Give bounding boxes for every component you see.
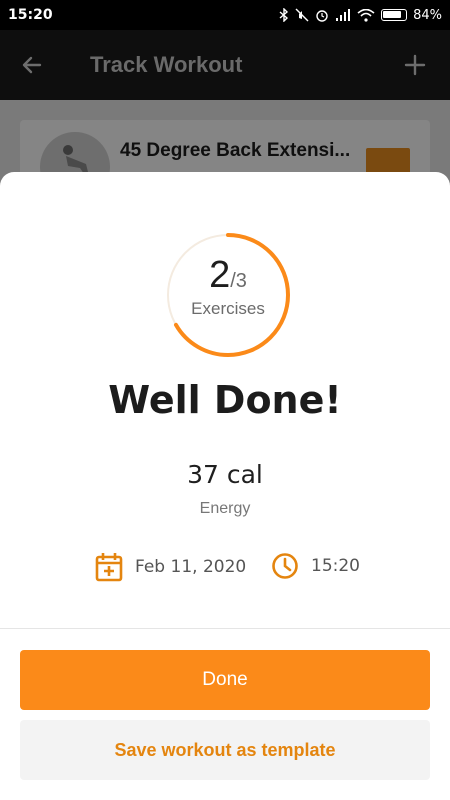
workout-date-text: Feb 11, 2020 <box>135 557 247 577</box>
signal-icon <box>336 8 351 21</box>
calendar-icon <box>95 553 123 582</box>
battery-icon <box>381 9 408 21</box>
done-button[interactable]: Done <box>20 650 430 710</box>
progress-label: Exercises <box>191 299 265 318</box>
exercise-progress-ring: 2/3 Exercises <box>165 232 291 358</box>
workout-time: 15:20 <box>271 552 360 580</box>
energy-label: Energy <box>199 500 251 517</box>
status-bar: 15:20 84% <box>0 0 450 30</box>
progress-total: /3 <box>230 270 247 292</box>
mute-icon <box>295 8 309 22</box>
completion-sheet: 2/3 Exercises Well Done! 37 cal Energy F… <box>0 172 450 800</box>
completion-heading: Well Done! <box>108 378 342 422</box>
add-button[interactable] <box>400 50 430 80</box>
page-title: Track Workout <box>90 52 243 77</box>
progress-completed: 2 <box>209 254 231 296</box>
workout-date: Feb 11, 2020 <box>95 552 246 582</box>
back-button[interactable] <box>20 50 50 80</box>
save-template-button[interactable]: Save workout as template <box>20 720 430 780</box>
alarm-icon <box>316 10 328 22</box>
plus-icon <box>404 54 426 76</box>
bluetooth-icon <box>279 8 289 22</box>
status-icons: 84% <box>279 8 442 23</box>
workout-time-text: 15:20 <box>311 556 360 576</box>
wifi-icon <box>357 8 375 22</box>
exercise-name: 45 Degree Back Extensi... <box>120 140 351 161</box>
workout-meta: Feb 11, 2020 15:20 <box>0 552 450 582</box>
progress-text: 2/3 Exercises <box>165 254 291 319</box>
clock-icon <box>272 553 298 579</box>
energy-value: 37 cal <box>187 460 263 489</box>
app-header: Track Workout <box>0 30 450 100</box>
divider <box>0 628 450 629</box>
status-time: 15:20 <box>8 7 53 23</box>
back-arrow-icon <box>22 56 42 74</box>
battery-percent: 84% <box>413 7 442 23</box>
